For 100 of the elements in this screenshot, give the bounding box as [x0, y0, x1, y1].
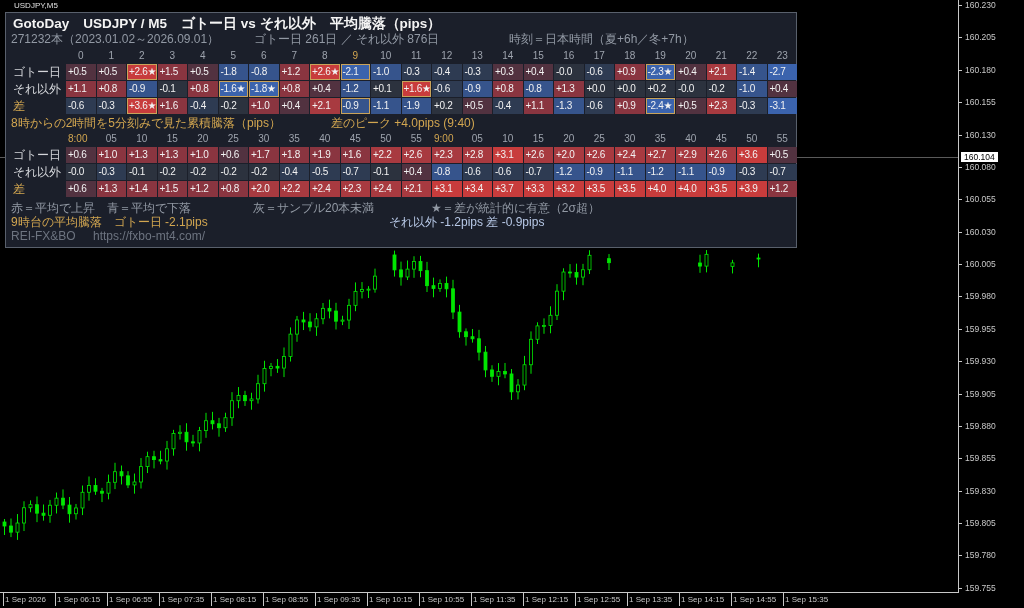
table-cell: -0.7	[340, 164, 370, 180]
candle	[412, 255, 416, 279]
candle	[9, 518, 13, 538]
candle	[54, 492, 59, 514]
summary-text: 9時台の平均騰落 ゴトー日 -2.1pips	[11, 215, 208, 229]
candle	[425, 261, 429, 293]
column-header: 05	[471, 132, 483, 146]
table-cell: -0.2	[218, 98, 248, 114]
candle	[587, 249, 592, 275]
candle	[262, 360, 267, 393]
table-cell: +0.8	[96, 81, 126, 97]
table-cell: +0.4	[401, 164, 431, 180]
table-cell: +2.1	[706, 64, 736, 80]
candle	[366, 285, 371, 299]
candle	[106, 474, 111, 500]
candle	[275, 358, 280, 374]
candle	[93, 477, 98, 496]
candle	[22, 500, 26, 532]
bar-count-text: 271232本（2023.01.02～2026.09.01）	[11, 32, 220, 46]
table-cell: -0.1	[157, 81, 187, 97]
table-cell: +0.5	[66, 64, 96, 80]
column-header: 0	[77, 49, 84, 63]
table-cell: +1.8	[279, 147, 309, 163]
table-cell: -0.6	[493, 164, 523, 180]
column-header: 19	[654, 49, 666, 63]
table-cell: -2.1	[340, 64, 370, 80]
candle	[503, 362, 507, 379]
time-label: 1 Sep 11:35	[471, 593, 523, 606]
time-label: 1 Sep 08:55	[263, 593, 315, 606]
table-cell: +2.0	[249, 181, 279, 197]
candle	[288, 326, 293, 363]
candle	[210, 411, 215, 430]
table-cell: +1.6★	[401, 81, 431, 97]
candle	[418, 255, 423, 278]
table-cell: -1.9	[401, 98, 431, 114]
price-label: 160.130	[959, 129, 1024, 140]
time-label: 1 Sep 12:55	[575, 593, 627, 606]
table-cell: +0.5	[96, 64, 126, 80]
time-label: 1 Sep 15:35	[783, 593, 835, 606]
table-cell: -1.0	[371, 64, 401, 80]
table-cell: +3.4	[462, 181, 492, 197]
column-header: 7	[291, 49, 298, 63]
candle	[548, 305, 553, 334]
column-header: 8:00	[67, 132, 88, 146]
table-cell: -0.8	[523, 81, 553, 97]
time-label: 1 Sep 2026	[3, 593, 55, 606]
table-cell: -3.1	[767, 98, 797, 114]
table-cell: -0.3	[96, 164, 126, 180]
candle	[568, 263, 572, 279]
candle	[48, 499, 52, 524]
panel-title: GotoDay USDJPY / M5 ゴトー日 vs それ以外 平均騰落（pips）	[12, 16, 443, 32]
column-header: 50	[746, 132, 758, 146]
table-cell: -1.2	[340, 81, 370, 97]
price-label: 160.005	[959, 259, 1024, 269]
time-label: 1 Sep 06:15	[55, 593, 107, 606]
table-cell: -0.9	[127, 81, 157, 97]
table-cell: +1.7	[249, 147, 279, 163]
table-cell: +1.1	[523, 98, 553, 114]
column-header: 18	[624, 49, 636, 63]
price-label: 160.030	[959, 226, 1024, 237]
column-header: 45	[715, 132, 727, 146]
column-header: 10	[380, 49, 392, 63]
table-cell: +0.5	[188, 64, 218, 80]
table-cell: +2.3	[706, 98, 736, 114]
table-cell: +3.7	[493, 181, 523, 197]
row-label: それ以外	[13, 164, 61, 180]
table-cell: -0.4	[188, 98, 218, 114]
candle	[522, 355, 527, 391]
column-header: 40	[685, 132, 697, 146]
candle	[347, 298, 351, 330]
table-cell: +0.8	[218, 181, 248, 197]
column-header: 9	[352, 49, 359, 63]
candle	[126, 470, 130, 489]
table-cell: +2.8	[462, 147, 492, 163]
table-cell: -1.6★	[218, 81, 248, 97]
candle	[704, 249, 709, 273]
column-header: 20	[197, 132, 209, 146]
candle	[2, 518, 7, 536]
row-label: ゴトー日	[13, 147, 61, 163]
column-header: 05	[105, 132, 117, 146]
table-cell: +3.9	[737, 181, 767, 197]
candle	[74, 503, 78, 520]
table-cell: +0.0	[584, 81, 614, 97]
candle	[223, 412, 228, 433]
candle	[334, 302, 338, 330]
column-header: 11	[411, 49, 422, 63]
candle	[444, 276, 449, 298]
column-header: 6	[260, 49, 267, 63]
candle	[269, 362, 273, 377]
table-cell: -0.0	[66, 164, 96, 180]
table-cell: -0.4	[493, 98, 523, 114]
chart-symbol: USDJPY,M5	[14, 1, 58, 10]
candle	[451, 279, 455, 320]
table-cell: +0.4	[279, 98, 309, 114]
table-cell: +1.3	[554, 81, 584, 97]
table-cell: +2.6★	[310, 64, 340, 80]
table-cell: -0.3	[96, 98, 126, 114]
candle	[139, 457, 143, 489]
column-header: 30	[258, 132, 270, 146]
time-label: 1 Sep 06:55	[107, 593, 159, 606]
